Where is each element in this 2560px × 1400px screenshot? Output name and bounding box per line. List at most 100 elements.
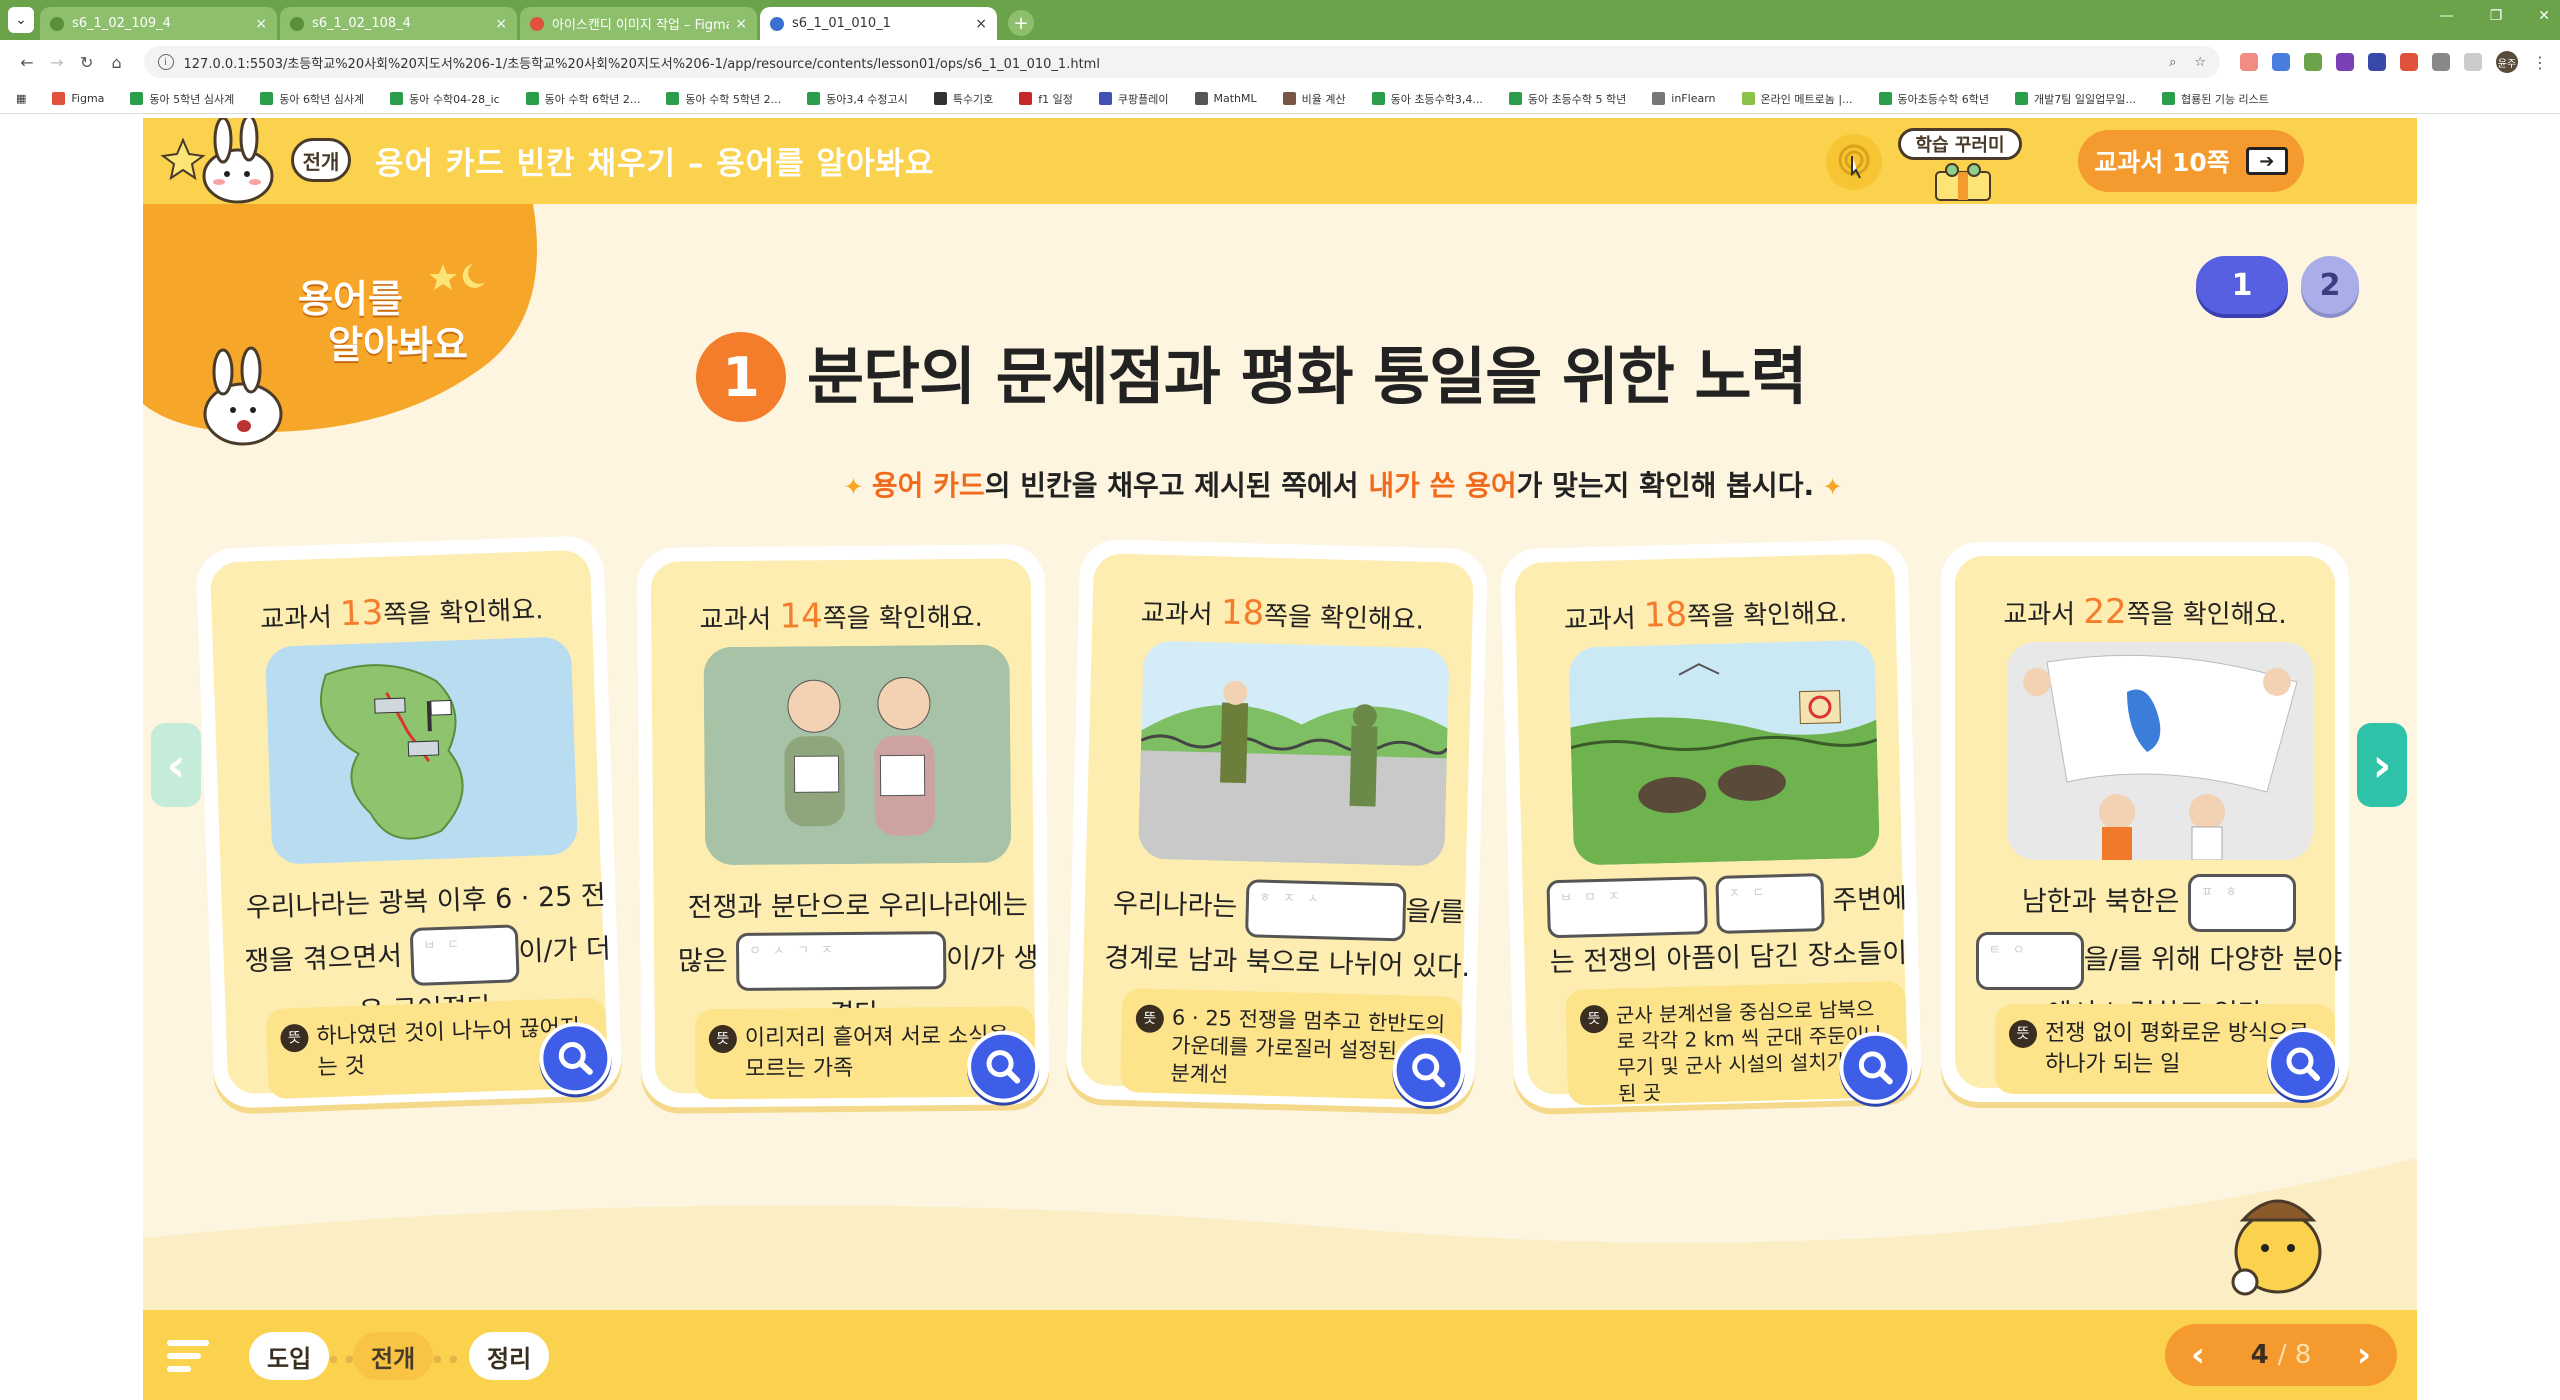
- home-icon[interactable]: ⌂: [102, 53, 132, 72]
- back-icon[interactable]: ←: [12, 53, 42, 72]
- term-blank-input[interactable]: ㅈㄷ: [1715, 873, 1825, 934]
- textbook-page-button[interactable]: 교과서 10쪽 ➔: [2078, 130, 2304, 192]
- sidebar-icon[interactable]: [2464, 53, 2482, 71]
- browser-tab[interactable]: s6_1_02_109_4 ×: [40, 7, 277, 40]
- tab-title: 아이스캔디 이미지 작업 – Figma: [552, 18, 730, 33]
- tab-close-icon[interactable]: ×: [735, 16, 747, 32]
- page-title: 용어 카드 빈칸 채우기 – 용어를 알아봐요: [375, 146, 935, 182]
- browser-tab-active[interactable]: s6_1_01_010_1 ×: [760, 7, 997, 40]
- bookmark-item[interactable]: 동아초등수학 6학년: [1878, 91, 1989, 107]
- url-bar[interactable]: i 127.0.0.1:5503/초등학교%20사회%20지도서%206-1/초…: [143, 46, 2220, 78]
- bookmark-icon: [1741, 92, 1755, 105]
- background-wave: [143, 1158, 2417, 1318]
- meaning-label: 뜻: [1135, 1004, 1165, 1034]
- zoom-lens-icon[interactable]: ⌕: [2169, 55, 2176, 70]
- magnifier-icon: [1412, 1053, 1446, 1088]
- bookmark-icon: [260, 92, 274, 105]
- bookmark-item[interactable]: 동아3,4 수정고시: [807, 91, 908, 107]
- bookmark-item[interactable]: 쿠팡플레이: [1098, 91, 1169, 107]
- restore-icon[interactable]: ❐: [2490, 8, 2503, 24]
- study-package-button[interactable]: 학습 꾸러미: [1898, 128, 2028, 202]
- browser-tab[interactable]: s6_1_02_108_4 ×: [280, 7, 517, 40]
- term-blank-input[interactable]: ㅂㄷ: [409, 924, 520, 987]
- term-blank-input[interactable]: ㅂㅁㅈ: [1546, 876, 1709, 939]
- extension-icon[interactable]: [2368, 53, 2386, 71]
- bookmark-star-icon[interactable]: ☆: [2194, 55, 2206, 70]
- bookmark-item[interactable]: 동아 초등수학 5 학년: [1508, 91, 1626, 107]
- term-blank-input[interactable]: ㅍㅎ: [2188, 874, 2297, 932]
- zoom-button[interactable]: [1838, 1030, 1913, 1105]
- prev-page-button[interactable]: ‹: [2191, 1335, 2205, 1375]
- zoom-button[interactable]: [538, 1021, 613, 1096]
- bookmark-item[interactable]: 동아 수학 6학년 2...: [525, 91, 640, 107]
- subpage-1-button[interactable]: 1: [2196, 256, 2288, 314]
- term-blank-input[interactable]: ㅇㅅㄱㅈ: [735, 931, 947, 991]
- zoom-button[interactable]: [2267, 1028, 2339, 1100]
- tab-close-icon[interactable]: ×: [975, 16, 987, 32]
- term-blank-input[interactable]: ㅎㅈㅅ: [1245, 879, 1407, 942]
- step-development[interactable]: 전개: [353, 1332, 434, 1380]
- term-card: 교과서 22쪽을 확인해요. 남한과 북한은 ㅍㅎ ㅌㅇ 을/를 위해 다양한 분야…: [1941, 542, 2349, 1102]
- profile-avatar[interactable]: 윤주: [2496, 51, 2518, 73]
- bookmark-icon: [1098, 92, 1112, 105]
- step-separator: ● ●: [329, 1354, 356, 1365]
- url-text[interactable]: 127.0.0.1:5503/초등학교%20사회%20지도서%206-1/초등학…: [184, 53, 2170, 72]
- extension-icon[interactable]: [2336, 53, 2354, 71]
- apps-grid-icon[interactable]: ▦: [16, 92, 26, 105]
- puzzle-icon[interactable]: [2432, 53, 2450, 71]
- tab-title: s6_1_02_108_4: [312, 16, 411, 31]
- bookmark-icon: [807, 92, 821, 105]
- touch-guide-button[interactable]: [1826, 134, 1882, 190]
- textbook-page-label: 교과서 10쪽: [2094, 148, 2230, 177]
- bookmark-item[interactable]: 동아 수학04-28_ic: [390, 91, 500, 107]
- bookmark-item[interactable]: 협룡된 기능 리스트: [2161, 91, 2269, 107]
- section-number: 1: [696, 332, 786, 422]
- next-page-button[interactable]: ›: [2357, 1335, 2371, 1375]
- bookmark-item[interactable]: 개발7팀 일일업무일...: [2015, 91, 2136, 107]
- subpage-2-button[interactable]: 2: [2301, 256, 2359, 314]
- zoom-button[interactable]: [1391, 1033, 1466, 1107]
- zoom-button[interactable]: [966, 1030, 1040, 1103]
- detective-mascot-icon: [2231, 1199, 2322, 1296]
- window-controls: — ❐ ✕: [2440, 8, 2550, 24]
- bookmark-item[interactable]: f1 일정: [1019, 91, 1073, 107]
- tab-search-icon[interactable]: ⌄: [8, 7, 34, 33]
- step-intro[interactable]: 도입: [249, 1332, 330, 1380]
- bookmark-item[interactable]: 특수기호: [933, 91, 993, 107]
- extension-icon[interactable]: [2272, 53, 2290, 71]
- term-card-body: 교과서 13쪽을 확인해요. 우리나라는 광복 이후 6 · 25 전쟁을 겪으…: [209, 549, 613, 1100]
- next-card-button[interactable]: ›: [2357, 723, 2407, 807]
- bookmark-item[interactable]: 동아 6학년 심사계: [260, 91, 364, 107]
- site-info-icon[interactable]: i: [157, 54, 174, 70]
- extension-icon[interactable]: [2400, 53, 2418, 71]
- bookmark-item[interactable]: 동아 5학년 심사계: [130, 91, 234, 107]
- term-blank-input[interactable]: ㅌㅇ: [1975, 932, 2084, 990]
- bookmark-item[interactable]: Figma: [52, 92, 104, 105]
- bookmark-item[interactable]: 비율 계산: [1282, 91, 1346, 107]
- bookmark-item[interactable]: MathML: [1194, 92, 1257, 105]
- footer-bar: 도입 ● ● 전개 ● ● 정리 ‹ 4 / 8 ›: [143, 1310, 2417, 1400]
- bookmark-icon: [130, 92, 144, 105]
- term-card: 교과서 13쪽을 확인해요. 우리나라는 광복 이후 6 · 25 전쟁을 겪으…: [195, 535, 623, 1109]
- new-tab-button[interactable]: +: [1008, 10, 1034, 36]
- bookmark-item[interactable]: 동아 수학 5학년 2...: [666, 91, 781, 107]
- extension-icon[interactable]: [2240, 53, 2258, 71]
- step-summary[interactable]: 정리: [469, 1332, 550, 1380]
- bookmark-icon: [1282, 92, 1296, 105]
- tab-close-icon[interactable]: ×: [255, 16, 267, 32]
- extension-icon[interactable]: [2304, 53, 2322, 71]
- minimize-icon[interactable]: —: [2440, 8, 2454, 24]
- bookmark-item[interactable]: 온라인 메트로놈 |...: [1741, 91, 1853, 107]
- forward-icon[interactable]: →: [42, 53, 72, 72]
- close-window-icon[interactable]: ✕: [2538, 8, 2550, 24]
- browser-tab[interactable]: 아이스캔디 이미지 작업 – Figma ×: [520, 7, 757, 40]
- bookmark-item[interactable]: inFlearn: [1652, 92, 1716, 105]
- step-separator: ● ●: [433, 1354, 460, 1365]
- tab-close-icon[interactable]: ×: [495, 16, 507, 32]
- card-heading: 교과서 18쪽을 확인해요.: [1563, 594, 1848, 636]
- menu-icon[interactable]: [167, 1340, 209, 1374]
- prev-card-button[interactable]: ‹: [151, 723, 201, 807]
- bookmark-item[interactable]: 동아 초등수학3,4...: [1371, 91, 1483, 107]
- more-menu-icon[interactable]: ⋮: [2532, 53, 2548, 72]
- reload-icon[interactable]: ↻: [72, 53, 102, 72]
